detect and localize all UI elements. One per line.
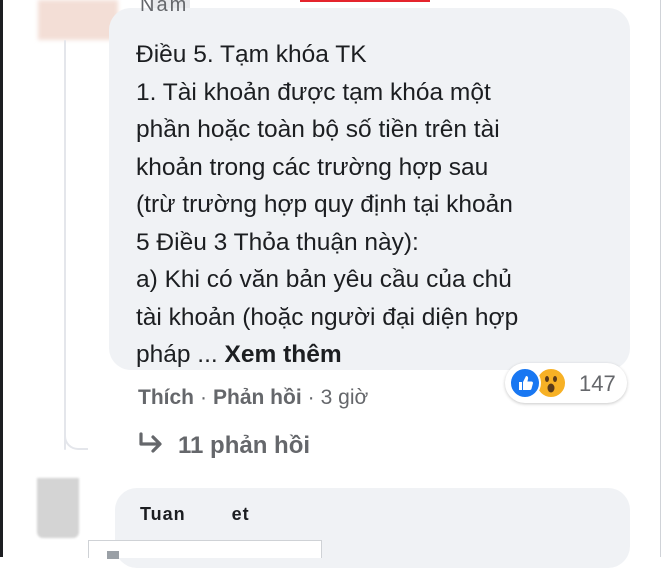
like-action[interactable]: Thích xyxy=(138,386,194,410)
comment-line: a) Khi có văn bản yêu cầu của chủ xyxy=(136,266,512,293)
comment-line: phần hoặc toàn bộ số tiền trên tài xyxy=(136,116,500,143)
left-frame-border xyxy=(0,0,3,557)
comment-line: 5 Điều 3 Thỏa thuận này): xyxy=(136,228,419,256)
like-icon xyxy=(509,367,541,399)
top-red-line xyxy=(300,0,430,2)
author-name-part: Tuan xyxy=(140,504,186,524)
comment-author-cut[interactable]: Nam xyxy=(140,0,188,17)
right-frame-border xyxy=(660,0,661,557)
bottom-panel-fragment xyxy=(88,540,322,559)
separator-dot: · xyxy=(200,386,207,409)
author-name-part: et xyxy=(231,504,250,524)
thread-connector-line xyxy=(64,40,66,450)
reply-arrow-icon xyxy=(139,432,162,453)
comment-line: 1. Tài khoản được tạm khóa một xyxy=(136,78,491,106)
replies-count-label: 11 phản hồi xyxy=(178,432,311,459)
reaction-summary[interactable]: 147 xyxy=(505,363,627,403)
previous-avatar-fragment xyxy=(38,0,118,40)
comment-text: Điều 5. Tạm khóa TK 1. Tài khoản được tạ… xyxy=(136,36,616,374)
comment-line: Điều 5. Tạm khóa TK xyxy=(136,41,367,68)
reply-action[interactable]: Phản hồi xyxy=(213,386,302,410)
see-more-link[interactable]: Xem thêm xyxy=(225,341,342,368)
next-comment-avatar[interactable] xyxy=(37,478,79,538)
next-comment-author[interactable]: Tuan et xyxy=(140,504,250,525)
bottom-icon xyxy=(107,551,119,559)
truncated-text: pháp ... xyxy=(136,341,218,368)
reaction-count: 147 xyxy=(579,371,616,396)
comment-line: tài khoản (hoặc người đại diện hợp xyxy=(136,303,519,331)
comment-line: khoản trong các trường hợp sau xyxy=(136,153,489,181)
view-replies-button[interactable]: 11 phản hồi xyxy=(138,432,310,460)
comment-timestamp[interactable]: 3 giờ xyxy=(321,386,369,410)
comment-actions: Thích · Phản hồi · 3 giờ xyxy=(138,386,368,410)
separator-dot: · xyxy=(307,386,315,409)
comment-line: (trừ trường hợp quy định tại khoản xyxy=(136,191,513,218)
thread-connector-curve xyxy=(64,428,88,450)
